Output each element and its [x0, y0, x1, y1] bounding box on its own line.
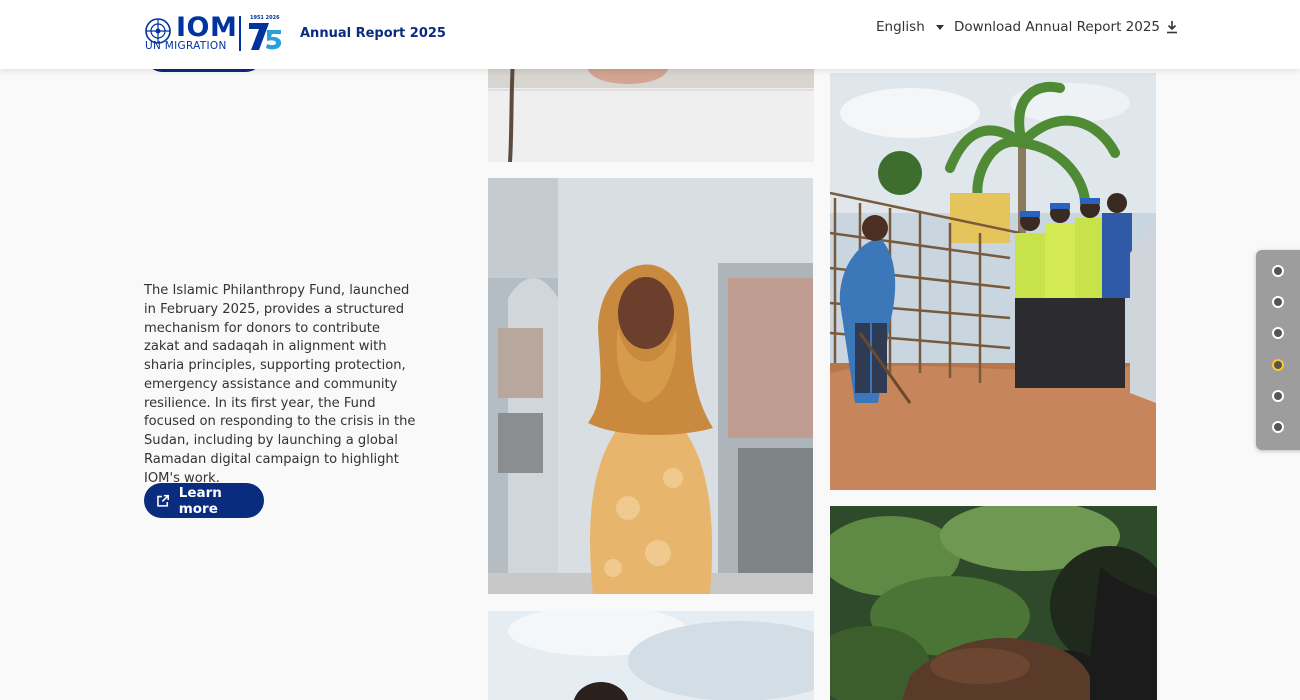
- section-nav-dot-4-active[interactable]: [1272, 359, 1284, 371]
- section-nav-dot-6[interactable]: [1272, 421, 1284, 433]
- photo-bottom-partial: [488, 611, 814, 700]
- photo-construction-workers: [830, 73, 1156, 490]
- photo-woman-portrait: [488, 178, 813, 594]
- section-nav: [1256, 250, 1300, 450]
- download-report-link[interactable]: Download Annual Report 2025: [954, 19, 1178, 35]
- learn-more-label: Learn more: [178, 484, 222, 517]
- anniversary-years: 1951 2026: [250, 15, 280, 21]
- photo-top-partial: [488, 60, 814, 162]
- chevron-down-icon: [935, 24, 944, 30]
- anniversary-75-logo: [249, 23, 282, 50]
- learn-more-button[interactable]: Learn more: [144, 483, 264, 518]
- photo-hand-foliage: [830, 506, 1157, 700]
- iom-logo[interactable]: IOM UN MIGRATION 1951 2026: [144, 12, 282, 52]
- logo-divider: [239, 16, 241, 51]
- report-title: Annual Report 2025: [300, 26, 446, 41]
- logo-subtitle: UN MIGRATION: [145, 40, 227, 52]
- language-selector[interactable]: English: [876, 19, 944, 35]
- external-link-icon: [157, 494, 170, 507]
- download-icon: [1167, 21, 1178, 34]
- fund-description: The Islamic Philanthropy Fund, launched …: [144, 283, 416, 486]
- section-nav-dot-2[interactable]: [1272, 296, 1284, 308]
- section-nav-dot-1[interactable]: [1272, 265, 1284, 277]
- site-header: IOM UN MIGRATION 1951 2026 Annual Report…: [0, 0, 1300, 69]
- page: IOM UN MIGRATION 1951 2026 Annual Report…: [0, 0, 1300, 700]
- section-nav-dot-3[interactable]: [1272, 327, 1284, 339]
- section-nav-dot-5[interactable]: [1272, 390, 1284, 402]
- language-label: English: [876, 19, 925, 35]
- logo-brand-text: IOM: [176, 12, 238, 43]
- download-label: Download Annual Report 2025: [954, 19, 1161, 35]
